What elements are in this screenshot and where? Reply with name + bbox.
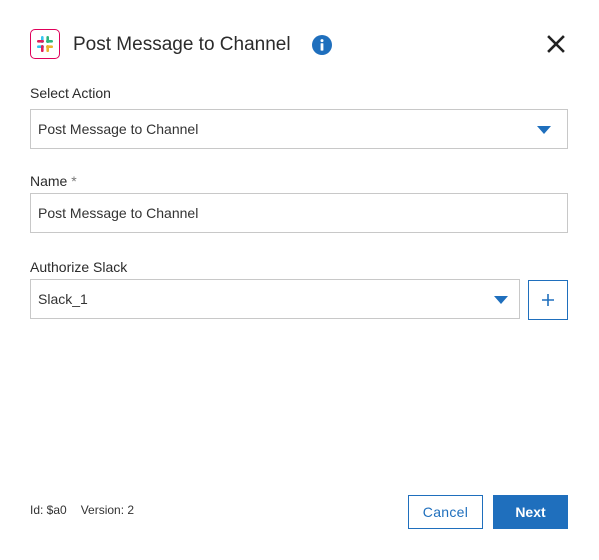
chevron-down-icon [537, 126, 551, 134]
authorize-slack-value: Slack_1 [38, 291, 88, 307]
cancel-button[interactable]: Cancel [408, 495, 483, 529]
info-icon[interactable] [312, 35, 332, 55]
select-action-dropdown[interactable]: Post Message to Channel [30, 109, 568, 149]
slack-icon [30, 29, 60, 59]
name-field-wrapper [30, 193, 568, 233]
authorize-slack-dropdown[interactable]: Slack_1 [30, 279, 520, 319]
version-text: Version: 2 [80, 503, 135, 517]
name-label-text: Name [30, 173, 68, 189]
id-text: Id: $a0 [30, 503, 67, 517]
chevron-down-icon [494, 296, 508, 304]
plus-icon [542, 294, 554, 306]
authorize-slack-label: Authorize Slack [30, 259, 128, 275]
name-label: Name * [30, 173, 77, 189]
dialog-title: Post Message to Channel [73, 34, 291, 55]
footer-meta: Id: $a0 Version: 2 [30, 503, 134, 517]
select-action-label: Select Action [30, 85, 111, 101]
next-button[interactable]: Next [493, 495, 568, 529]
required-marker: * [71, 173, 77, 189]
select-action-value: Post Message to Channel [38, 121, 199, 137]
name-field[interactable] [38, 205, 567, 221]
close-icon[interactable] [546, 34, 566, 54]
add-connection-button[interactable] [528, 280, 568, 320]
